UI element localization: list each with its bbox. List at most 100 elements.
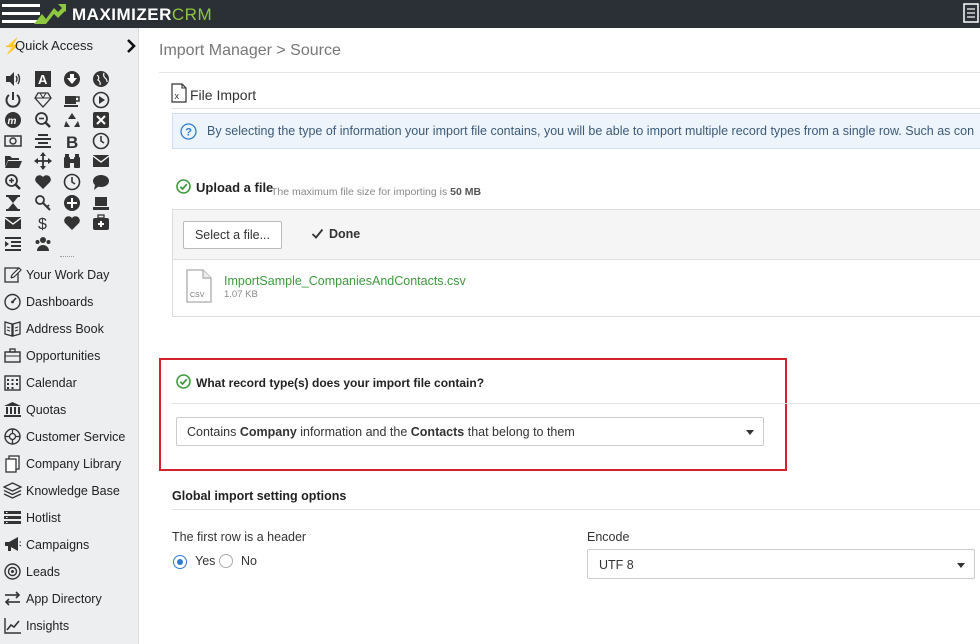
global-settings-title: Global import setting options <box>172 489 347 503</box>
bold-icon[interactable]: B <box>63 132 81 150</box>
info-banner: ? By selecting the type of information y… <box>172 113 980 149</box>
clock-icon[interactable] <box>92 132 110 150</box>
arrow-down-circle-icon[interactable] <box>63 70 81 88</box>
header-no-radio[interactable] <box>219 554 233 568</box>
exchange-icon <box>4 591 21 606</box>
sidebar-item-address-book[interactable]: Address Book <box>0 318 139 342</box>
done-label: Done <box>329 227 361 241</box>
calendar-icon <box>4 375 21 391</box>
plus-circle-icon[interactable] <box>63 194 81 212</box>
sidebar-item-your-work-day[interactable]: Your Work Day <box>0 264 139 288</box>
sidebar-item-opportunities[interactable]: Opportunities <box>0 345 139 369</box>
target-icon <box>4 563 21 580</box>
power-icon[interactable] <box>4 91 22 109</box>
uploaded-file-size: 1.07 KB <box>224 289 258 300</box>
clock-icon[interactable] <box>63 173 81 191</box>
header-no-label[interactable]: No <box>241 554 257 568</box>
sidebar-item-leads[interactable]: Leads <box>0 561 139 585</box>
grid-divider <box>60 256 74 258</box>
line-chart-icon <box>4 618 21 634</box>
check-circle-icon <box>176 374 191 389</box>
chevron-right-icon[interactable] <box>125 38 137 54</box>
sidebar-item-app-directory[interactable]: App Directory <box>0 588 139 612</box>
layers-icon <box>3 482 22 499</box>
sidebar-item-calendar[interactable]: Calendar <box>0 372 139 396</box>
sidebar-item-customer-service[interactable]: Customer Service <box>0 426 139 450</box>
header-row-question: The first row is a header <box>172 530 307 544</box>
key-icon[interactable] <box>34 194 52 212</box>
arrows-move-icon[interactable] <box>34 152 52 171</box>
breadcrumb-current: > Source <box>276 42 341 59</box>
check-circle-icon <box>176 179 191 194</box>
diamond-icon[interactable] <box>34 91 52 109</box>
encode-select[interactable]: UTF 8 <box>587 549 975 579</box>
laptop-icon[interactable] <box>92 194 110 212</box>
list-icon <box>4 511 21 524</box>
align-center-icon[interactable] <box>34 132 52 150</box>
folder-open-icon[interactable] <box>4 152 22 170</box>
record-type-selected-value: Contains Company information and the Con… <box>187 425 575 439</box>
sidebar-item-hotlist[interactable]: Hotlist <box>0 507 139 531</box>
breadcrumb-import-manager[interactable]: Import Manager <box>159 42 272 59</box>
upload-box: Select a file... Done CSV ImportSample_C… <box>172 209 980 317</box>
header-yes-label[interactable]: Yes <box>195 554 215 568</box>
sidebar-item-insights[interactable]: Insights <box>0 615 139 639</box>
speaker-icon[interactable] <box>4 70 22 88</box>
brand-name: MAXIMIZERCRM <box>72 5 213 24</box>
maximizer-logo-icon <box>34 4 66 24</box>
quick-access-label: Quick Access <box>15 38 94 53</box>
recycle-icon[interactable] <box>63 111 81 129</box>
check-icon <box>311 228 324 239</box>
svg-text:m: m <box>8 116 17 127</box>
envelope-icon[interactable] <box>92 152 110 170</box>
breadcrumb: Import Manager > Source <box>159 42 341 60</box>
uploaded-file-name[interactable]: ImportSample_CompaniesAndContacts.csv <box>224 274 466 288</box>
sidebar-item-knowledge-base[interactable]: Knowledge Base <box>0 480 139 504</box>
upload-size-note: The maximum file size for importing is 5… <box>271 186 482 198</box>
highlight-box <box>159 358 787 471</box>
megaphone-icon <box>5 537 22 551</box>
select-file-button[interactable]: Select a file... <box>183 221 282 249</box>
users-icon[interactable] <box>34 235 52 253</box>
text-a-icon[interactable]: A <box>34 70 52 88</box>
csv-file-icon: CSV <box>186 269 212 303</box>
dollar-icon[interactable]: $ <box>34 214 52 232</box>
maximizer-icon[interactable]: m <box>4 111 22 129</box>
heart-icon[interactable] <box>63 214 81 232</box>
zoom-in-icon[interactable] <box>4 173 22 191</box>
book-icon[interactable] <box>960 2 980 24</box>
search-minus-icon[interactable] <box>34 111 52 129</box>
main-content: Import Manager > Source x File Import ? … <box>140 28 980 644</box>
encode-selected-value: UTF 8 <box>599 558 634 572</box>
quick-access-toggle[interactable]: ⚡ Quick Access <box>0 36 139 56</box>
sidebar: ⚡ Quick Access Am B $ Your Work Day Dashbo… <box>0 28 139 644</box>
sidebar-item-campaigns[interactable]: Campaigns <box>0 534 139 558</box>
header-yes-radio[interactable] <box>173 555 187 569</box>
indent-icon[interactable] <box>4 235 22 253</box>
upload-toolbar: Select a file... Done <box>173 210 980 260</box>
sidebar-item-quotas[interactable]: Quotas <box>0 399 139 423</box>
encode-label: Encode <box>587 530 630 544</box>
bank-icon <box>4 402 21 417</box>
divider <box>172 403 980 404</box>
caret-down-icon <box>746 430 754 435</box>
envelope-icon[interactable] <box>4 214 22 232</box>
close-box-icon[interactable] <box>92 111 110 129</box>
record-type-select[interactable]: Contains Company information and the Con… <box>176 417 764 446</box>
info-text: By selecting the type of information you… <box>207 124 975 138</box>
money-icon[interactable] <box>4 132 22 150</box>
hourglass-icon[interactable] <box>4 194 22 212</box>
edit-icon <box>4 267 22 283</box>
binoculars-icon[interactable] <box>63 152 81 170</box>
play-circle-icon[interactable] <box>92 91 110 109</box>
address-book-icon <box>4 321 21 337</box>
medkit-icon[interactable] <box>92 214 110 232</box>
globe-icon[interactable] <box>92 70 110 88</box>
sidebar-item-company-library[interactable]: Company Library <box>0 453 139 477</box>
svg-text:?: ? <box>185 127 192 139</box>
sidebar-item-dashboards[interactable]: Dashboards <box>0 291 139 315</box>
documents-icon <box>5 455 20 473</box>
comment-icon[interactable] <box>92 173 110 191</box>
coffee-icon[interactable] <box>63 91 81 109</box>
heart-icon[interactable] <box>34 173 52 191</box>
